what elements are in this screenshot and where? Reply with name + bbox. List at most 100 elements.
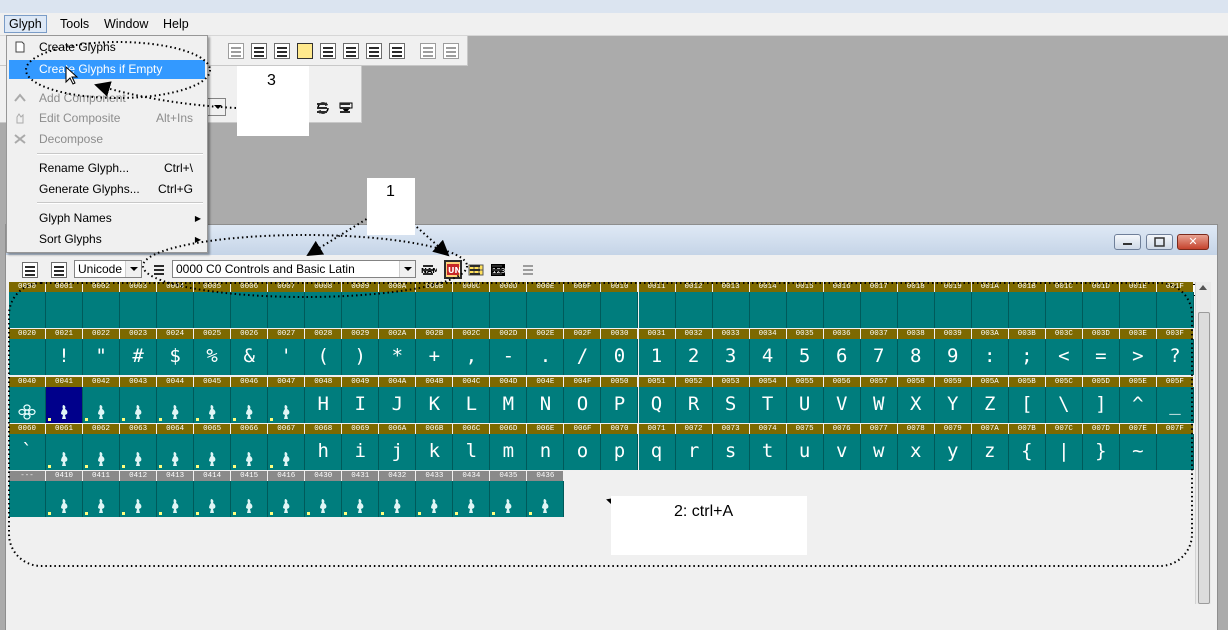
glyph-cell[interactable]: p xyxy=(601,433,639,470)
cell-size-icon[interactable] xyxy=(468,262,484,278)
glyph-cell[interactable]: " xyxy=(83,339,121,376)
glyph-cell[interactable]: o xyxy=(564,433,602,470)
glyph-cell[interactable] xyxy=(231,386,269,423)
glyph-cell[interactable]: P xyxy=(601,386,639,423)
list-icon[interactable] xyxy=(443,43,459,59)
kerning-icon[interactable] xyxy=(274,43,290,59)
glyph-cell[interactable] xyxy=(1082,292,1120,328)
glyph-cell[interactable] xyxy=(83,386,121,423)
glyph-cell[interactable]: r xyxy=(675,433,713,470)
glyph-cell[interactable]: q xyxy=(638,433,676,470)
glyph-cell[interactable]: O xyxy=(564,386,602,423)
glyph-cell[interactable] xyxy=(712,292,750,328)
menu-glyph[interactable]: Glyph xyxy=(4,15,47,33)
glyph-cell[interactable]: 0 xyxy=(601,339,639,376)
stamp-icon[interactable] xyxy=(338,100,354,116)
glyph-cell[interactable]: t xyxy=(749,433,787,470)
menu-item-create-glyphs-if-empty[interactable]: Create Glyphs if Empty xyxy=(9,60,205,79)
glyph-cell[interactable]: ? xyxy=(1156,339,1194,376)
grid-dots-icon[interactable] xyxy=(251,43,267,59)
glyph-cell[interactable]: n xyxy=(527,433,565,470)
minimize-button[interactable] xyxy=(1114,234,1141,250)
classes-icon[interactable] xyxy=(343,43,359,59)
glyph-cell[interactable] xyxy=(305,292,343,328)
menu-item-rename-glyph[interactable]: Rename Glyph... Ctrl+\ xyxy=(7,159,205,178)
glyph-cell[interactable] xyxy=(9,339,47,376)
glyph-cell[interactable]: > xyxy=(1119,339,1157,376)
glyph-cell[interactable]: 2 xyxy=(675,339,713,376)
glyph-cell[interactable]: [ xyxy=(1008,386,1046,423)
glyph-cell[interactable]: w xyxy=(860,433,898,470)
range-select[interactable]: 0000 C0 Controls and Basic Latin xyxy=(172,260,416,278)
glyph-cell[interactable]: 3 xyxy=(712,339,750,376)
menu-item-generate-glyphs[interactable]: Generate Glyphs... Ctrl+G xyxy=(7,180,205,199)
glyph-cell[interactable] xyxy=(231,481,269,518)
glyph-cell[interactable] xyxy=(1119,292,1157,328)
glyph-cell[interactable] xyxy=(379,292,417,328)
menu-item-decompose[interactable]: Decompose xyxy=(7,130,205,149)
glyph-cell[interactable] xyxy=(860,292,898,328)
opentype-icon[interactable] xyxy=(297,43,313,59)
glyph-cell[interactable] xyxy=(120,481,158,518)
glyph-cell[interactable] xyxy=(490,292,528,328)
glyph-cell[interactable]: % xyxy=(194,339,232,376)
glyph-cell[interactable] xyxy=(268,481,306,518)
menu-tools[interactable]: Tools xyxy=(56,16,93,32)
glyph-cell[interactable]: = xyxy=(1082,339,1120,376)
glyph-cell[interactable] xyxy=(157,386,195,423)
glyph-cell[interactable] xyxy=(416,292,454,328)
abcd-icon[interactable] xyxy=(521,262,537,278)
menu-item-add-component[interactable]: Add Component xyxy=(7,89,205,108)
glyph-cell[interactable]: ` xyxy=(9,433,47,470)
scrollbar-thumb[interactable] xyxy=(1198,312,1210,604)
glyph-cell[interactable] xyxy=(231,433,269,470)
glyph-cell[interactable]: 6 xyxy=(823,339,861,376)
glyph-cell[interactable]: L xyxy=(453,386,491,423)
menu-help[interactable]: Help xyxy=(159,16,193,32)
ranges-icon[interactable] xyxy=(152,262,168,278)
glyph-cell[interactable]: i xyxy=(342,433,380,470)
glyph-cell[interactable]: v xyxy=(823,433,861,470)
glyph-cell[interactable] xyxy=(601,292,639,328)
metrics-icon[interactable] xyxy=(366,43,382,59)
glyph-cell[interactable]: 5 xyxy=(786,339,824,376)
glyph-cell[interactable] xyxy=(194,481,232,518)
toolbar-dropdown[interactable] xyxy=(206,98,226,116)
maximize-button[interactable] xyxy=(1146,234,1173,250)
glyph-cell[interactable]: _ xyxy=(1156,386,1194,423)
glyph-cell[interactable] xyxy=(638,292,676,328)
glyph-cell[interactable]: l xyxy=(453,433,491,470)
menu-item-create-glyphs[interactable]: Create Glyphs xyxy=(7,38,205,57)
glyph-cell[interactable] xyxy=(46,386,84,423)
properties-icon[interactable] xyxy=(22,262,38,278)
menu-item-edit-composite[interactable]: Edit Composite Alt+Ins xyxy=(7,109,205,128)
glyph-cell[interactable]: m xyxy=(490,433,528,470)
glyph-cell[interactable]: ! xyxy=(46,339,84,376)
glyph-cell[interactable] xyxy=(1045,292,1083,328)
glyph-cell[interactable]: y xyxy=(934,433,972,470)
glyph-cell[interactable]: ] xyxy=(1082,386,1120,423)
glyph-cell[interactable]: j xyxy=(379,433,417,470)
features-icon[interactable] xyxy=(320,43,336,59)
glyph-cell[interactable] xyxy=(9,481,47,518)
glyph-cell[interactable]: Y xyxy=(934,386,972,423)
glyph-cell[interactable]: ; xyxy=(1008,339,1046,376)
glyph-cell[interactable]: N xyxy=(527,386,565,423)
vertical-scrollbar[interactable] xyxy=(1195,282,1211,604)
glyph-cell[interactable]: Q xyxy=(638,386,676,423)
glyph-cell[interactable] xyxy=(1008,292,1046,328)
glyph-cell[interactable]: . xyxy=(527,339,565,376)
glyph-cell[interactable] xyxy=(527,481,565,518)
glyph-cell[interactable]: ( xyxy=(305,339,343,376)
name-mode-icon[interactable]: NAME xyxy=(421,262,444,278)
encoding-select[interactable]: Unicode xyxy=(74,260,142,278)
glyph-cell[interactable] xyxy=(749,292,787,328)
glyph-cell[interactable] xyxy=(83,481,121,518)
glyph-cell[interactable] xyxy=(490,481,528,518)
glyph-cell[interactable] xyxy=(9,386,47,423)
glyph-cell[interactable]: Z xyxy=(971,386,1009,423)
glyph-cell[interactable]: 1 xyxy=(638,339,676,376)
glyph-cell[interactable] xyxy=(342,481,380,518)
glyph-cell[interactable] xyxy=(46,292,84,328)
hinting-icon[interactable] xyxy=(389,43,405,59)
